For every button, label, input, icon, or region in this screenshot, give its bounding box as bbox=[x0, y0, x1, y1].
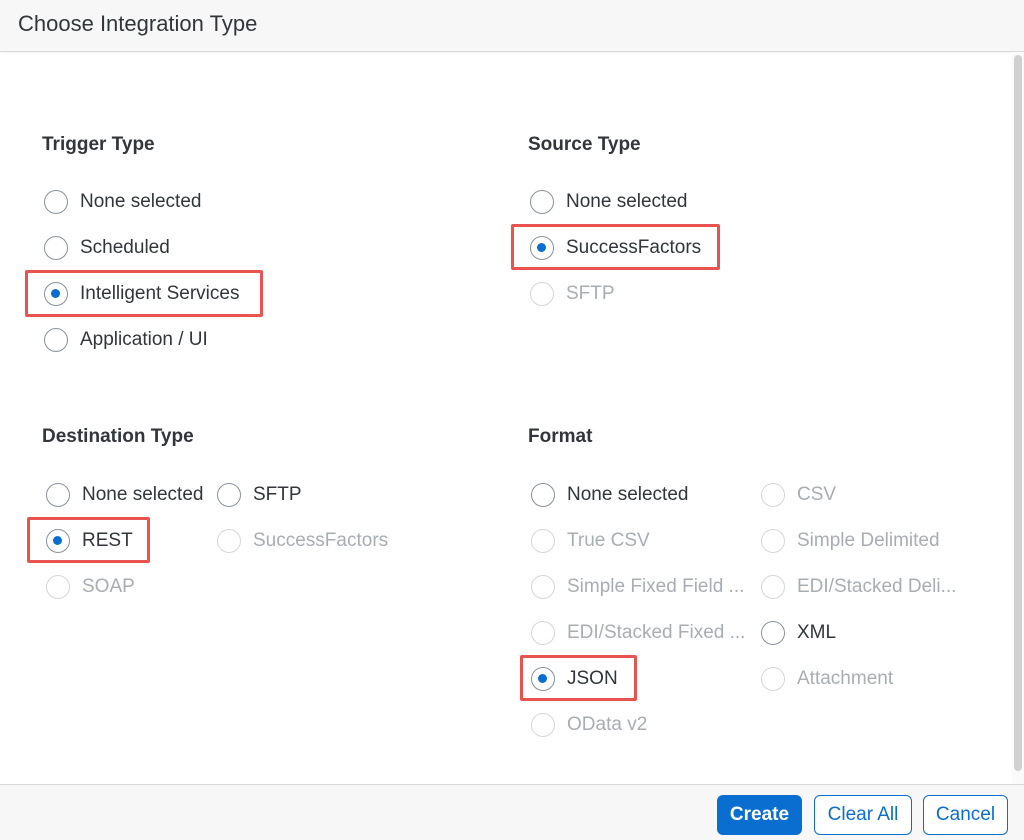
format-csv-radio[interactable]: CSV bbox=[761, 475, 836, 515]
format-none-selected-radio[interactable]: None selected bbox=[531, 475, 688, 515]
radio-button-icon bbox=[761, 575, 785, 599]
trigger-type-application-ui-radio[interactable]: Application / UI bbox=[44, 320, 208, 360]
radio-button-icon bbox=[44, 190, 68, 214]
source-type-successfactors-radio[interactable]: SuccessFactors bbox=[530, 228, 701, 268]
format-odata-v2-radio[interactable]: OData v2 bbox=[531, 705, 647, 745]
radio-button-icon bbox=[531, 621, 555, 645]
radio-button-icon bbox=[531, 713, 555, 737]
radio-label: JSON bbox=[567, 668, 618, 689]
radio-button-icon bbox=[44, 282, 68, 306]
radio-label: None selected bbox=[82, 484, 204, 505]
trigger-type-scheduled-radio[interactable]: Scheduled bbox=[44, 228, 170, 268]
radio-label: XML bbox=[797, 622, 837, 643]
source-type-sftp-radio[interactable]: SFTP bbox=[530, 274, 615, 314]
format-true-csv-radio[interactable]: True CSV bbox=[531, 521, 650, 561]
radio-button-icon bbox=[530, 236, 554, 260]
radio-label: Application / UI bbox=[80, 329, 208, 350]
format-edi-stacked-fixed-radio[interactable]: EDI/Stacked Fixed ... bbox=[531, 613, 745, 653]
radio-button-icon bbox=[761, 667, 785, 691]
format-simple-delimited-radio[interactable]: Simple Delimited bbox=[761, 521, 940, 561]
format-json-radio[interactable]: JSON bbox=[531, 659, 618, 699]
dialog-footer: Create Clear All Cancel bbox=[0, 784, 1024, 840]
radio-button-icon bbox=[44, 236, 68, 260]
destination-type-soap-radio[interactable]: SOAP bbox=[46, 567, 135, 607]
format-attachment-radio[interactable]: Attachment bbox=[761, 659, 893, 699]
radio-label: SOAP bbox=[82, 576, 135, 597]
radio-label: None selected bbox=[566, 191, 688, 212]
radio-label: Attachment bbox=[797, 668, 894, 689]
radio-button-icon bbox=[217, 483, 241, 507]
radio-button-icon bbox=[217, 529, 241, 553]
radio-button-icon bbox=[531, 667, 555, 691]
radio-label: REST bbox=[82, 530, 133, 551]
format-title: Format bbox=[528, 426, 593, 447]
radio-button-icon bbox=[761, 621, 785, 645]
radio-button-icon bbox=[530, 282, 554, 306]
destination-type-rest-radio[interactable]: REST bbox=[46, 521, 133, 561]
radio-label: SuccessFactors bbox=[566, 237, 702, 258]
radio-button-icon bbox=[46, 483, 70, 507]
radio-label: SuccessFactors bbox=[253, 530, 389, 551]
radio-label: Simple Delimited bbox=[797, 530, 940, 551]
radio-button-icon bbox=[531, 575, 555, 599]
trigger-type-title: Trigger Type bbox=[42, 134, 155, 155]
radio-label: Intelligent Services bbox=[80, 283, 240, 304]
radio-button-icon bbox=[530, 190, 554, 214]
destination-type-sftp-radio[interactable]: SFTP bbox=[217, 475, 302, 515]
format-simple-fixed-field-radio[interactable]: Simple Fixed Field ... bbox=[531, 567, 744, 607]
radio-button-icon bbox=[44, 328, 68, 352]
destination-type-title: Destination Type bbox=[42, 426, 194, 447]
radio-label: None selected bbox=[567, 484, 689, 505]
radio-button-icon bbox=[531, 483, 555, 507]
format-edi-stacked-delimited-radio[interactable]: EDI/Stacked Deli... bbox=[761, 567, 956, 607]
choose-integration-type-dialog: Choose Integration Type Trigger Type Non… bbox=[0, 0, 1024, 840]
radio-label: Scheduled bbox=[80, 237, 170, 258]
radio-label: None selected bbox=[80, 191, 202, 212]
radio-label: EDI/Stacked Fixed ... bbox=[567, 622, 746, 643]
radio-button-icon bbox=[531, 529, 555, 553]
clear-all-button[interactable]: Clear All bbox=[814, 795, 912, 835]
trigger-type-none-selected-radio[interactable]: None selected bbox=[44, 182, 201, 222]
radio-button-icon bbox=[761, 483, 785, 507]
create-button[interactable]: Create bbox=[717, 795, 802, 835]
radio-label: True CSV bbox=[567, 530, 650, 551]
format-xml-radio[interactable]: XML bbox=[761, 613, 836, 653]
destination-type-none-selected-radio[interactable]: None selected bbox=[46, 475, 203, 515]
dialog-header: Choose Integration Type bbox=[0, 0, 1024, 52]
dialog-title: Choose Integration Type bbox=[18, 11, 258, 36]
source-type-title: Source Type bbox=[528, 134, 641, 155]
radio-label: EDI/Stacked Deli... bbox=[797, 576, 957, 597]
source-type-none-selected-radio[interactable]: None selected bbox=[530, 182, 687, 222]
radio-label: CSV bbox=[797, 484, 837, 505]
radio-button-icon bbox=[46, 529, 70, 553]
radio-label: OData v2 bbox=[567, 714, 648, 735]
radio-button-icon bbox=[761, 529, 785, 553]
radio-label: SFTP bbox=[253, 484, 302, 505]
radio-label: SFTP bbox=[566, 283, 615, 304]
trigger-type-intelligent-services-radio[interactable]: Intelligent Services bbox=[44, 274, 239, 314]
radio-button-icon bbox=[46, 575, 70, 599]
cancel-button[interactable]: Cancel bbox=[923, 795, 1008, 835]
scrollbar-thumb[interactable] bbox=[1014, 55, 1022, 771]
destination-type-successfactors-radio[interactable]: SuccessFactors bbox=[217, 521, 388, 561]
radio-label: Simple Fixed Field ... bbox=[567, 576, 745, 597]
